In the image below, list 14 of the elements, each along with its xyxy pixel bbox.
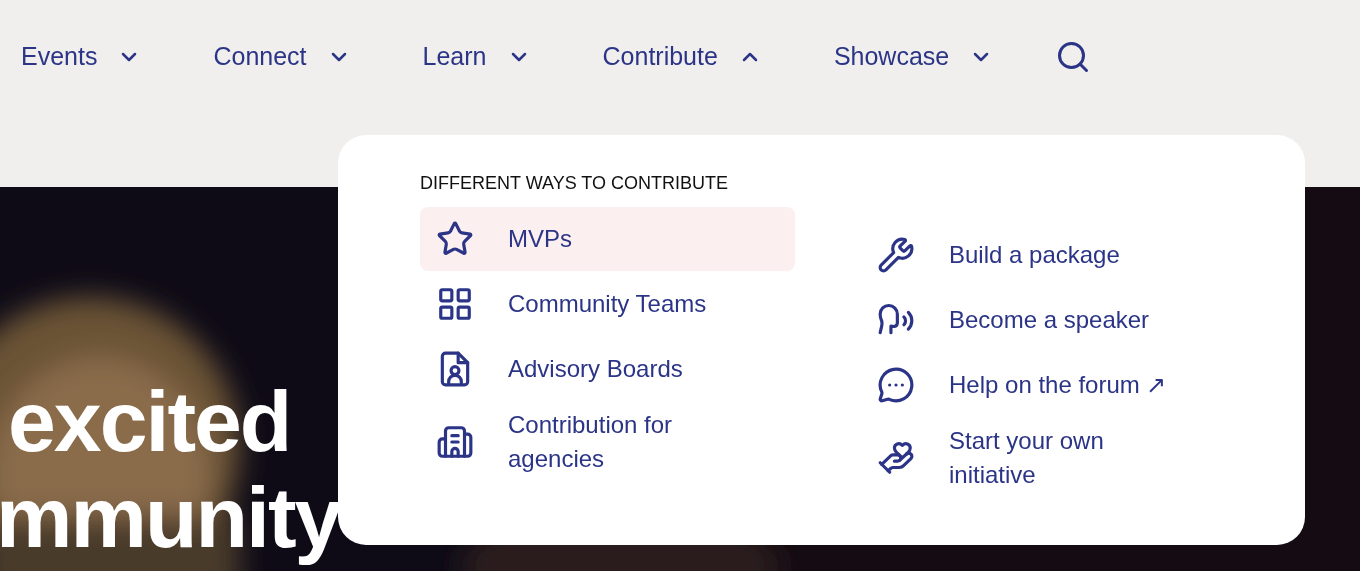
hero-headline: mmunity bbox=[0, 469, 341, 565]
building-icon bbox=[436, 423, 474, 461]
nav-menu-item[interactable]: Showcase bbox=[833, 38, 994, 76]
grid-icon bbox=[436, 285, 474, 323]
hand-heart-icon bbox=[877, 439, 915, 477]
dropdown-heading: DIFFERENT WAYS TO CONTRIBUTE bbox=[420, 172, 729, 195]
wrench-icon bbox=[877, 236, 915, 274]
nav-menu-item[interactable]: Contribute bbox=[602, 38, 762, 76]
nav-menu-item[interactable]: Connect bbox=[213, 38, 351, 76]
star-icon bbox=[436, 220, 474, 258]
dropdown-menu-item[interactable]: MVPs bbox=[420, 207, 795, 271]
nav-menu-item[interactable]: Events bbox=[21, 38, 142, 76]
nav-menu-item[interactable]: Learn bbox=[422, 38, 531, 76]
chat-bubble-icon bbox=[877, 366, 915, 404]
